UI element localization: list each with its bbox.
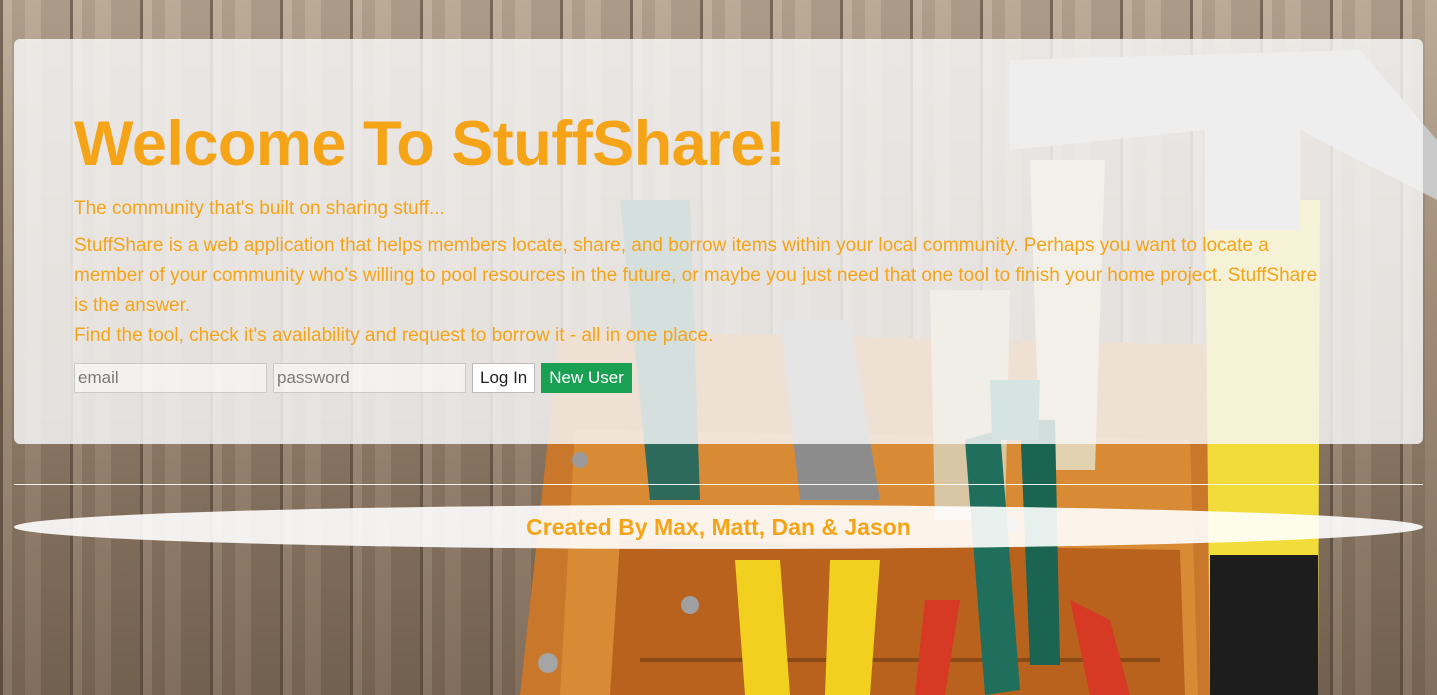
- footer: Created By Max, Matt, Dan & Jason: [14, 505, 1423, 549]
- description: StuffShare is a web application that hel…: [74, 231, 1334, 351]
- page-title: Welcome To StuffShare!: [74, 109, 786, 179]
- login-button[interactable]: Log In: [472, 363, 536, 393]
- password-input[interactable]: [273, 363, 466, 393]
- email-input[interactable]: [74, 363, 267, 393]
- divider: [14, 484, 1423, 485]
- new-user-button[interactable]: New User: [541, 363, 632, 393]
- tagline: The community that's built on sharing st…: [74, 198, 445, 219]
- login-form: Log In New User: [74, 363, 1363, 393]
- description-paragraph: Find the tool, check it's availability a…: [74, 325, 714, 346]
- footer-credits: Created By Max, Matt, Dan & Jason: [526, 513, 911, 540]
- description-paragraph: StuffShare is a web application that hel…: [74, 235, 1318, 316]
- welcome-jumbotron: Welcome To StuffShare! The community tha…: [14, 39, 1423, 444]
